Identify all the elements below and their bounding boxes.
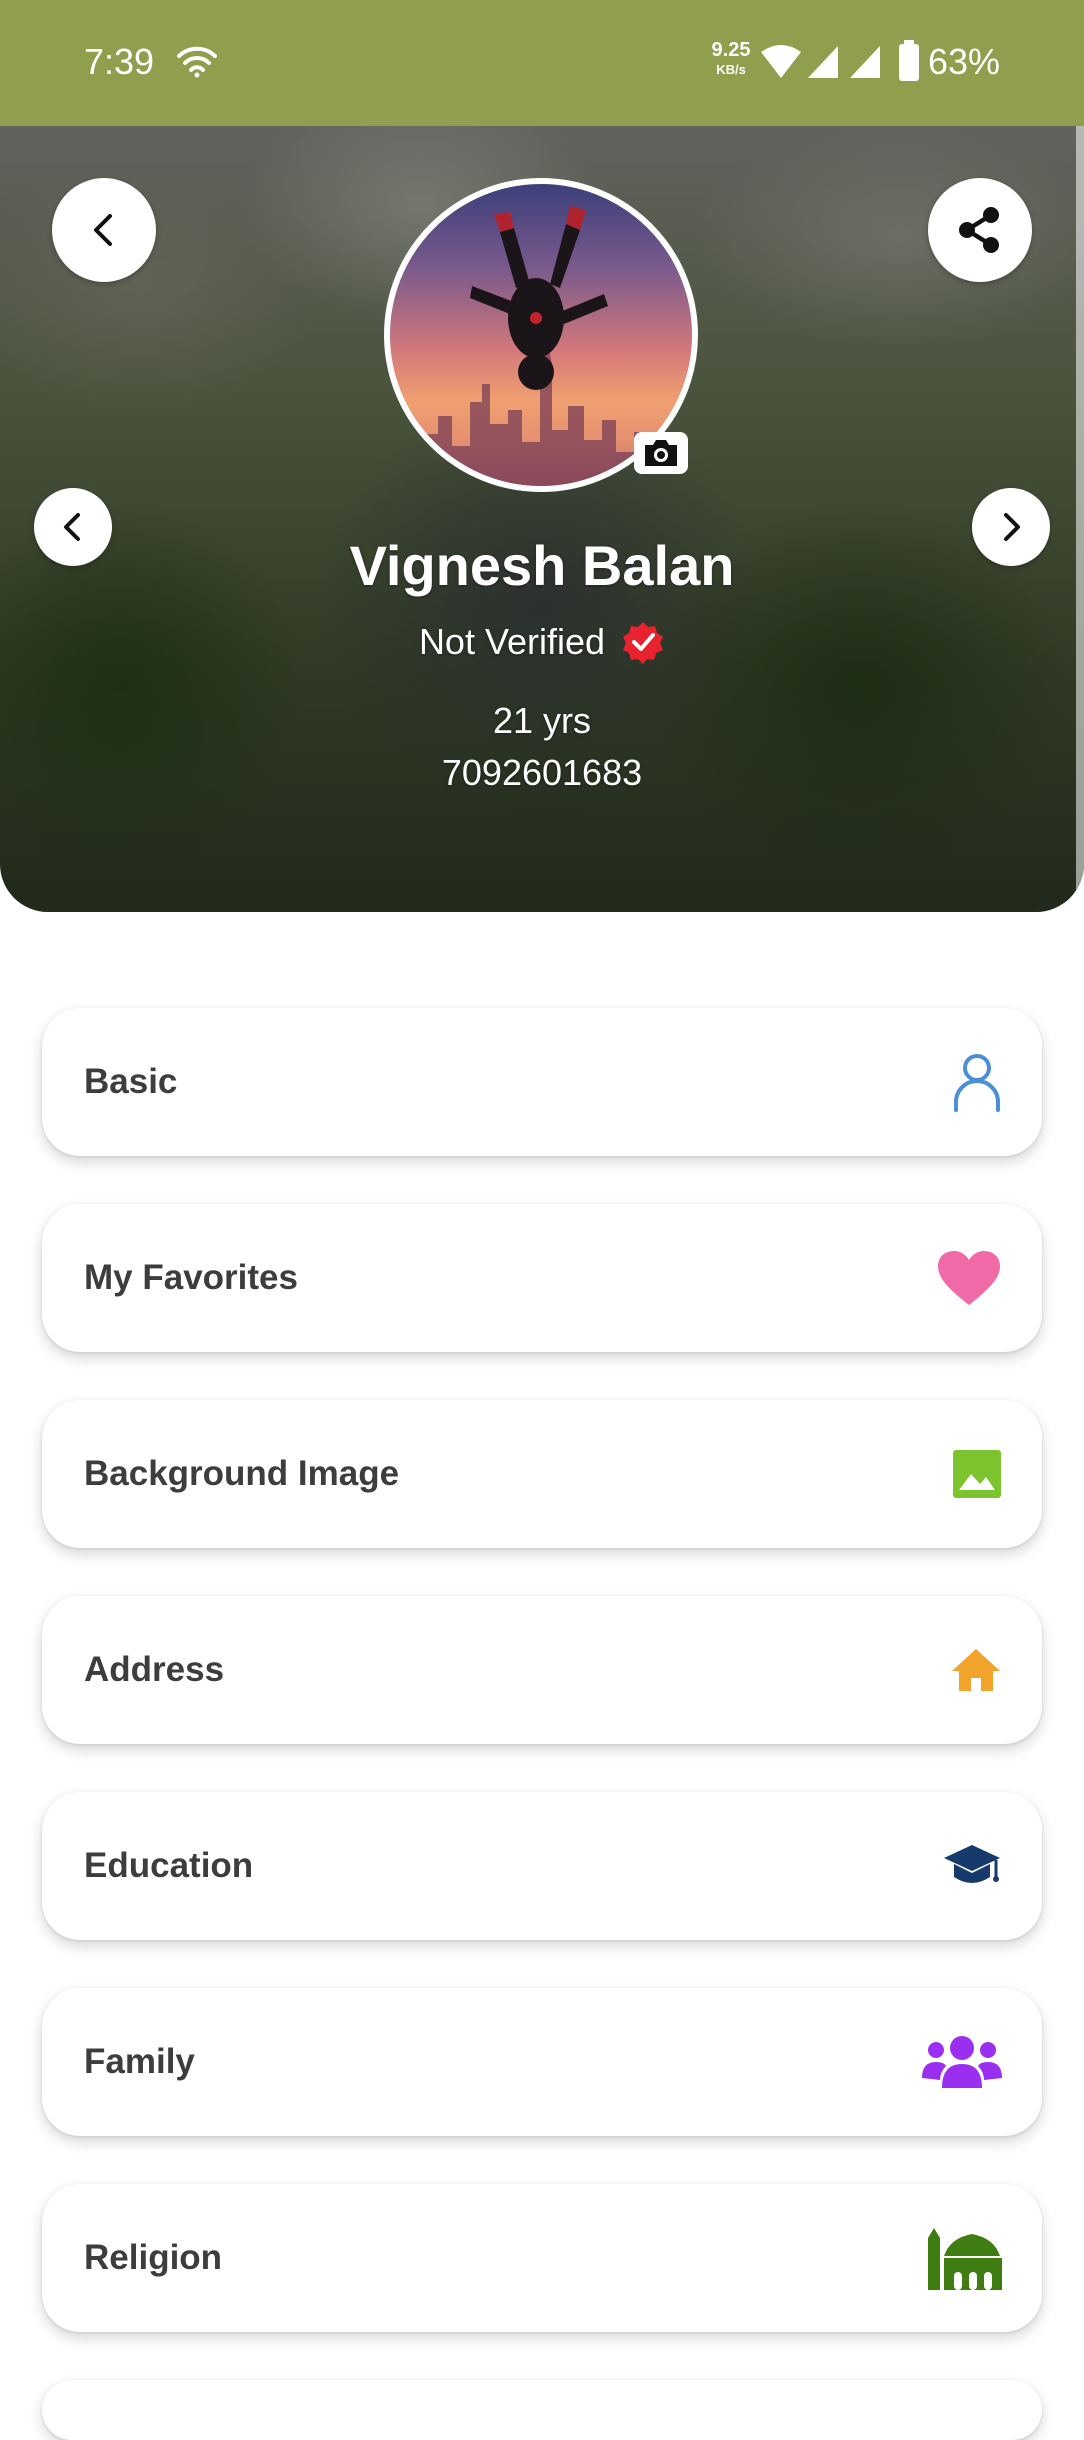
graduation-cap-icon <box>912 1826 1002 1906</box>
change-photo-button[interactable] <box>634 432 688 474</box>
wifi-icon <box>177 46 217 78</box>
network-speed: 9.25 KB/s <box>700 40 762 76</box>
mosque-icon <box>912 2218 1002 2298</box>
camera-icon <box>645 440 677 466</box>
profile-age: 21 yrs <box>492 700 592 741</box>
menu-item-address[interactable]: Address <box>42 1596 1042 1744</box>
verification-status: Not Verified <box>0 618 1084 666</box>
battery-icon <box>899 40 919 81</box>
menu-item-religion[interactable]: Religion <box>42 2184 1042 2332</box>
cell-signal-icon <box>808 46 838 78</box>
profile-menu: Basic My Favorites Background Image Addr… <box>42 1008 1042 2440</box>
share-button[interactable] <box>928 178 1032 282</box>
chevron-left-icon <box>94 214 112 246</box>
menu-item-background-image[interactable]: Background Image <box>42 1400 1042 1548</box>
verification-status-text: Not Verified <box>418 621 606 662</box>
menu-item-next[interactable] <box>42 2380 1042 2440</box>
profile-name: Vignesh Balan <box>349 534 735 597</box>
back-button[interactable] <box>52 178 156 282</box>
menu-item-label: Basic <box>84 1062 178 1101</box>
menu-item-label: My Favorites <box>84 1258 298 1297</box>
network-speed-value: 9.25 <box>711 39 751 61</box>
menu-item-label: Religion <box>84 2238 223 2277</box>
battery-percentage: 63% <box>928 41 1001 82</box>
profile-header: Vignesh Balan Not Verified 21 yrs 709260… <box>0 126 1084 912</box>
menu-item-my-favorites[interactable]: My Favorites <box>42 1204 1042 1352</box>
status-time: 7:39 <box>84 41 155 82</box>
menu-item-family[interactable]: Family <box>42 1988 1042 2136</box>
menu-item-label: Background Image <box>84 1454 400 1493</box>
share-icon <box>959 207 999 253</box>
menu-item-basic[interactable]: Basic <box>42 1008 1042 1156</box>
menu-item-education[interactable]: Education <box>42 1792 1042 1940</box>
network-speed-unit: KB/s <box>716 62 746 77</box>
cell-signal-icon <box>850 46 880 78</box>
person-icon <box>912 1042 1002 1122</box>
profile-phone: 7092601683 <box>441 752 643 793</box>
menu-item-label: Address <box>84 1650 225 1689</box>
wifi-signal-icon <box>761 45 801 78</box>
menu-item-label: Family <box>84 2042 195 2081</box>
home-icon <box>912 1630 1002 1710</box>
status-bar: 7:39 9.25 KB/s 63% <box>0 0 1084 126</box>
verified-badge-icon <box>623 622 664 664</box>
family-icon <box>912 2022 1002 2102</box>
heart-icon <box>912 1238 1002 1318</box>
image-icon <box>912 1434 1002 1514</box>
menu-item-label: Education <box>84 1846 254 1885</box>
